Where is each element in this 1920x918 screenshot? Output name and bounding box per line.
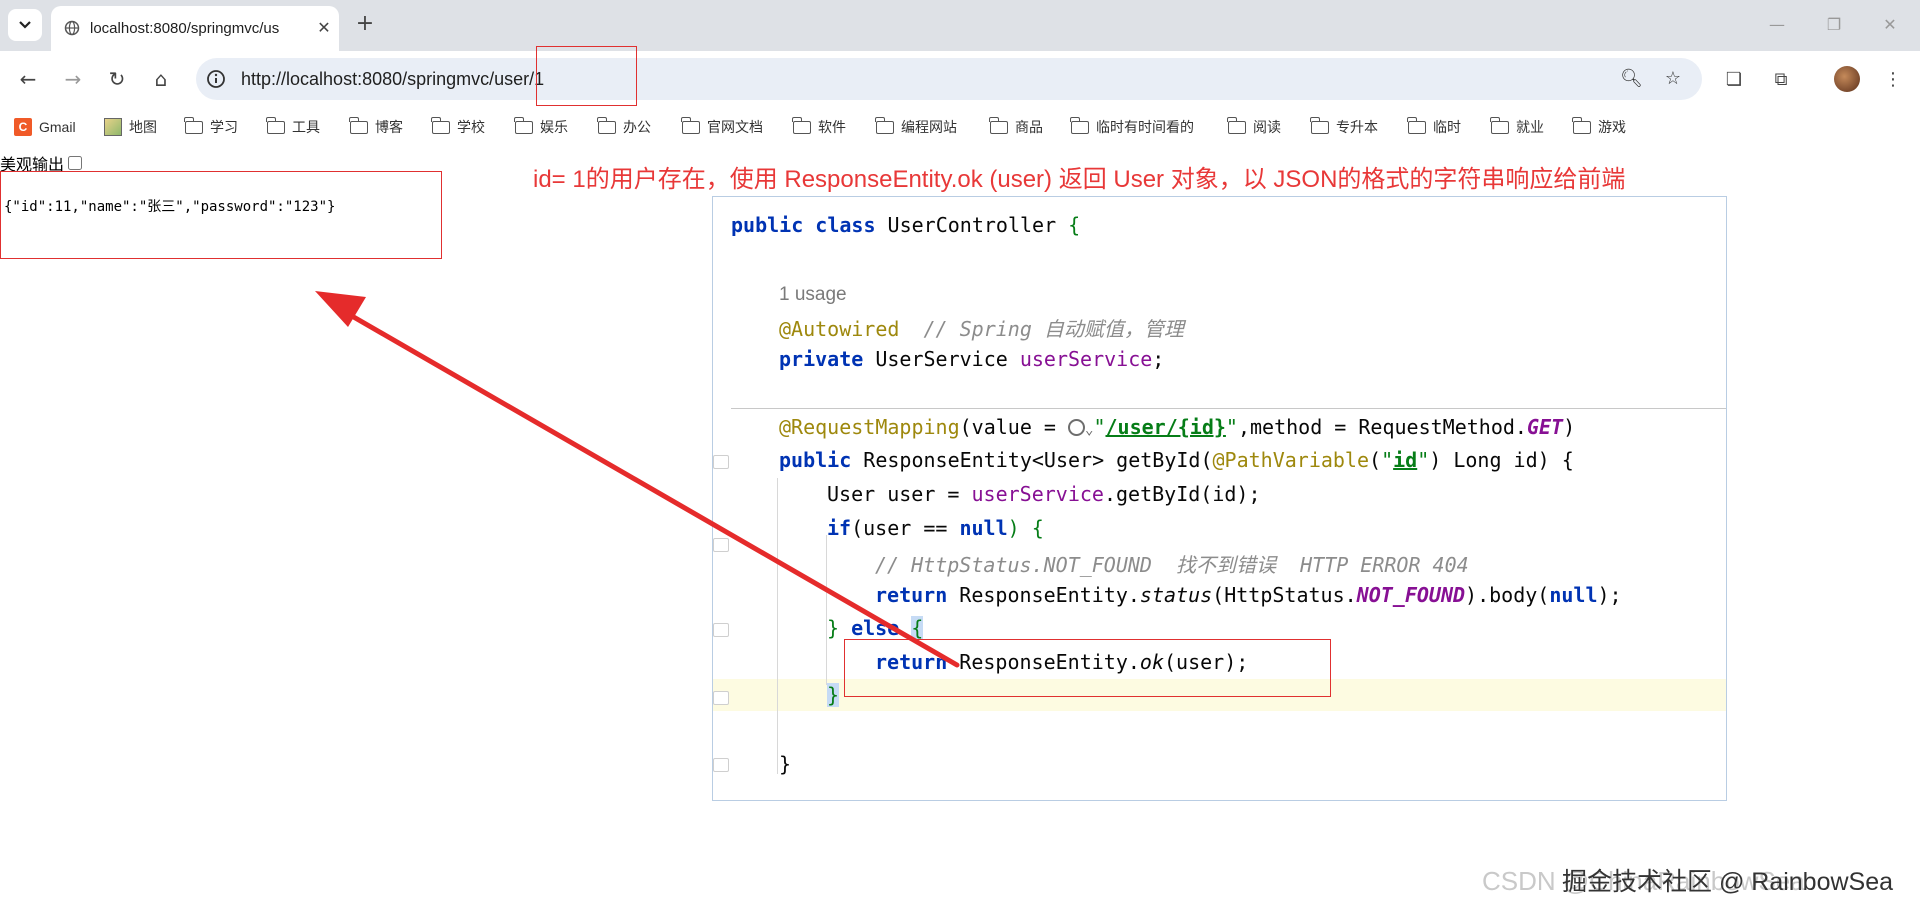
code-line: if(user == null) { xyxy=(827,516,1044,540)
folder-icon xyxy=(1572,116,1591,134)
usage-hint: 1 usage xyxy=(779,284,847,305)
bookmark-folder-school[interactable]: 学校 xyxy=(431,116,485,137)
folder-icon xyxy=(431,116,450,134)
fold-icon[interactable] xyxy=(713,538,729,552)
code-line: private UserService userService; xyxy=(779,347,1165,371)
map-icon xyxy=(104,118,122,136)
bookmark-folder-later[interactable]: 临时有时间看的 xyxy=(1070,116,1194,137)
bookmark-folder-goods[interactable]: 商品 xyxy=(989,116,1043,137)
bookmark-gmail[interactable]: C Gmail xyxy=(14,117,76,137)
folder-icon xyxy=(1407,116,1426,134)
close-icon[interactable]: ✕ xyxy=(313,17,335,39)
extensions-icon[interactable]: ⧉ xyxy=(1768,67,1794,93)
bookmark-star-icon[interactable]: ☆ xyxy=(1662,68,1684,90)
tab-title: localhost:8080/springmvc/us xyxy=(90,20,280,37)
chevron-down-icon xyxy=(19,21,31,29)
fold-icon[interactable] xyxy=(713,758,729,772)
folder-icon xyxy=(875,116,894,134)
home-icon[interactable]: ⌂ xyxy=(146,65,176,95)
bookmark-folder-upgrade[interactable]: 专升本 xyxy=(1310,116,1378,137)
folder-icon xyxy=(681,116,700,134)
fold-icon[interactable] xyxy=(713,691,729,705)
bookmark-folder-temp[interactable]: 临时 xyxy=(1407,116,1461,137)
tab-search-button[interactable] xyxy=(8,9,42,41)
bookmark-folder-docs[interactable]: 官网文档 xyxy=(681,116,763,137)
minimize-icon[interactable]: — xyxy=(1762,12,1792,38)
code-line: } xyxy=(779,752,792,776)
annotation-text: id= 1的用户存在，使用 ResponseEntity.ok (user) 返… xyxy=(533,166,1626,193)
code-line: public class UserController { xyxy=(731,213,1081,237)
folder-icon xyxy=(792,116,811,134)
bookmark-folder-software[interactable]: 软件 xyxy=(792,116,846,137)
code-line: public ResponseEntity<User> getById(@Pat… xyxy=(779,448,1574,472)
reload-icon[interactable]: ↻ xyxy=(102,65,132,95)
bookmark-folder-games[interactable]: 游戏 xyxy=(1572,116,1626,137)
bookmark-folder-fun[interactable]: 娱乐 xyxy=(514,116,568,137)
bookmark-folder-tools[interactable]: 工具 xyxy=(266,116,320,137)
method-separator xyxy=(731,408,1726,409)
restore-icon[interactable]: ❐ xyxy=(1819,12,1849,38)
indent-guide xyxy=(777,478,778,774)
url-highlight-box xyxy=(536,46,637,106)
browser-tab[interactable]: localhost:8080/springmvc/us ✕ xyxy=(51,6,339,51)
window-close-icon[interactable]: ✕ xyxy=(1875,12,1905,38)
tab-strip: localhost:8080/springmvc/us ✕ + — ❐ ✕ xyxy=(0,0,1920,51)
folder-icon xyxy=(989,116,1008,134)
code-screenshot: public class UserController { 1 usage @A… xyxy=(712,196,1727,801)
json-highlight-box xyxy=(0,171,442,259)
address-bar[interactable]: http://localhost:8080/springmvc/user/1 🔍… xyxy=(196,58,1702,100)
bookmark-folder-coding[interactable]: 编程网站 xyxy=(875,116,957,137)
globe-icon xyxy=(64,20,80,36)
ok-line-highlight-box xyxy=(844,639,1331,697)
bookmark-folder-read[interactable]: 阅读 xyxy=(1227,116,1281,137)
code-line: @RequestMapping(value = ⌄"/user/{id}",me… xyxy=(779,415,1576,439)
bookmark-folder-jobs[interactable]: 就业 xyxy=(1490,116,1544,137)
new-tab-button[interactable]: + xyxy=(352,12,378,38)
globe-icon xyxy=(1068,419,1085,436)
gmail-icon: C xyxy=(14,118,32,136)
fold-icon[interactable] xyxy=(713,623,729,637)
folder-icon xyxy=(597,116,616,134)
code-line: return ResponseEntity.status(HttpStatus.… xyxy=(875,583,1622,607)
code-line: // HttpStatus.NOT_FOUND 找不到错误 HTTP ERROR… xyxy=(875,553,1469,577)
menu-icon[interactable]: ⋮ xyxy=(1880,67,1906,93)
folder-icon xyxy=(266,116,285,134)
avatar[interactable] xyxy=(1834,66,1860,92)
fold-icon[interactable] xyxy=(713,455,729,469)
url-text[interactable]: http://localhost:8080/springmvc/user/1 xyxy=(241,69,544,90)
code-line: User user = userService.getById(id); xyxy=(827,482,1261,506)
folder-icon xyxy=(514,116,533,134)
folder-icon xyxy=(1490,116,1509,134)
forward-icon[interactable]: → xyxy=(58,65,88,95)
folder-icon xyxy=(1070,116,1089,134)
code-line: @Autowired // Spring 自动赋值，管理 xyxy=(779,317,1184,341)
browser-toolbar: ← → ↻ ⌂ http://localhost:8080/springmvc/… xyxy=(0,51,1920,107)
pretty-print-checkbox[interactable] xyxy=(68,156,83,170)
folder-icon xyxy=(1310,116,1329,134)
bookmarks-bar: C Gmail 地图 学习 工具 博客 学校 娱乐 办公 官网文档 软件 编程网站… xyxy=(0,107,1920,147)
watermark: CSDN @ChinaRainbowSea 掘金技术社区 @ RainbowSe… xyxy=(1482,866,1894,896)
code-line: } xyxy=(827,683,840,707)
zoom-icon[interactable]: 🔍︎ xyxy=(1620,68,1643,90)
site-info-icon[interactable] xyxy=(206,69,226,89)
indent-guide xyxy=(826,535,827,685)
tab-groups-icon[interactable]: ❏ xyxy=(1721,67,1747,93)
bookmark-map[interactable]: 地图 xyxy=(104,117,157,137)
code-line: } else { xyxy=(827,616,924,640)
bookmark-folder-blog[interactable]: 博客 xyxy=(349,116,403,137)
bookmark-folder-study[interactable]: 学习 xyxy=(184,116,238,137)
folder-icon xyxy=(349,116,368,134)
folder-icon xyxy=(184,116,203,134)
bookmark-folder-office[interactable]: 办公 xyxy=(597,116,651,137)
folder-icon xyxy=(1227,116,1246,134)
back-icon[interactable]: ← xyxy=(13,65,43,95)
